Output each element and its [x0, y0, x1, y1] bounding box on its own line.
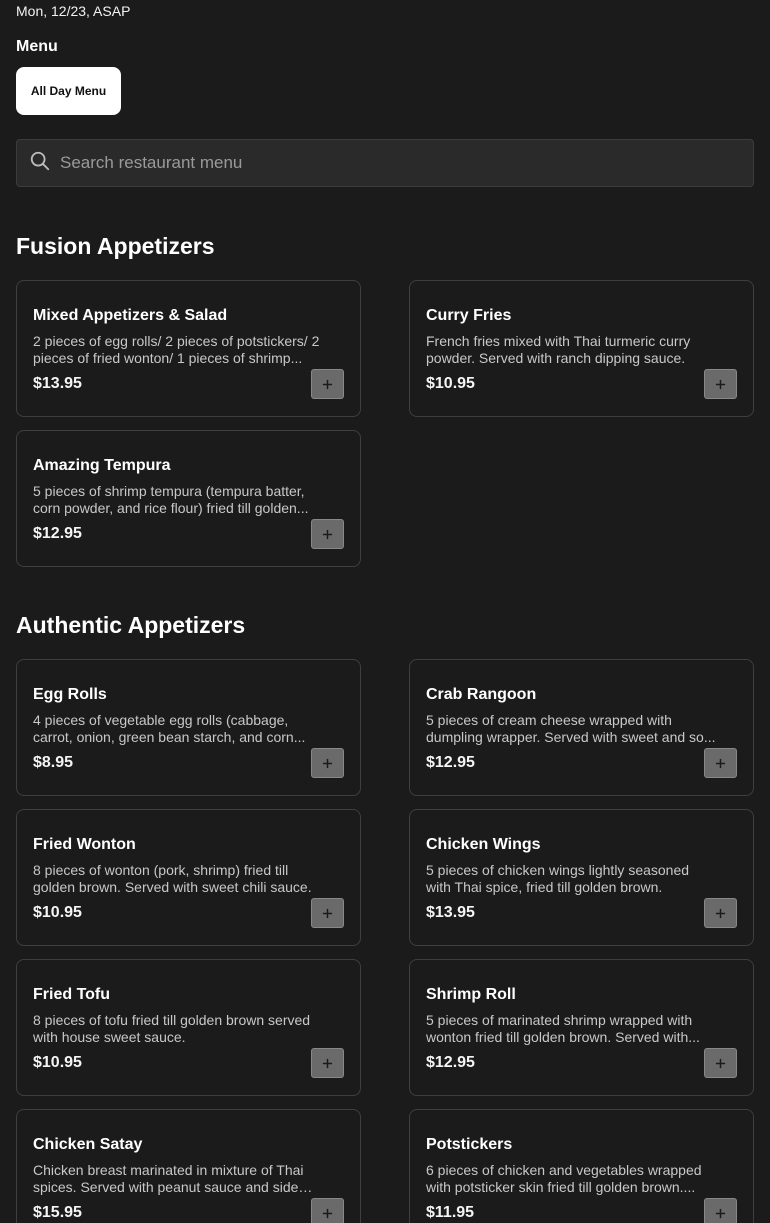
item-description: French fries mixed with Thai turmeric cu…: [426, 333, 691, 366]
item-description: 5 pieces of marinated shrimp wrapped wit…: [426, 1012, 700, 1045]
plus-icon: [322, 758, 333, 769]
plus-icon: [322, 529, 333, 540]
menu-item-card[interactable]: Shrimp Roll 5 pieces of marinated shrimp …: [409, 959, 754, 1096]
plus-icon: [322, 1208, 333, 1219]
item-description: 8 pieces of wonton (pork, shrimp) fried …: [33, 862, 312, 895]
item-price: $10.95: [33, 904, 82, 921]
item-description: 5 pieces of shrimp tempura (tempura batt…: [33, 483, 309, 516]
add-item-button[interactable]: [704, 748, 737, 778]
item-price: $10.95: [426, 375, 475, 392]
item-price: $8.95: [33, 754, 74, 771]
order-time-info[interactable]: Mon, 12/23, ASAP: [16, 2, 130, 20]
plus-icon: [715, 758, 726, 769]
plus-icon: [715, 1058, 726, 1069]
item-price: $12.95: [33, 525, 82, 542]
add-item-button[interactable]: [311, 898, 344, 928]
add-item-button[interactable]: [311, 748, 344, 778]
menu-item-card[interactable]: Curry Fries French fries mixed with Thai …: [409, 280, 754, 417]
section-title-authentic-appetizers: Authentic Appetizers: [16, 612, 246, 638]
item-name: Curry Fries: [426, 307, 512, 324]
add-item-button[interactable]: [704, 898, 737, 928]
item-name: Mixed Appetizers & Salad: [33, 307, 228, 324]
add-item-button[interactable]: [311, 519, 344, 549]
item-description: 5 pieces of chicken wings lightly season…: [426, 862, 690, 895]
item-name: Egg Rolls: [33, 686, 107, 703]
item-description: 6 pieces of chicken and vegetables wrapp…: [426, 1162, 702, 1195]
item-name: Shrimp Roll: [426, 986, 516, 1003]
item-price: $13.95: [426, 904, 475, 921]
item-description: 4 pieces of vegetable egg rolls (cabbage…: [33, 712, 306, 745]
menu-item-card[interactable]: Chicken Satay Chicken breast marinated in…: [16, 1109, 361, 1223]
add-item-button[interactable]: [311, 1198, 344, 1223]
add-item-button[interactable]: [704, 369, 737, 399]
menu-item-card[interactable]: Mixed Appetizers & Salad 2 pieces of egg …: [16, 280, 361, 417]
add-item-button[interactable]: [311, 369, 344, 399]
menu-grid-authentic-appetizers: Egg Rolls 4 pieces of vegetable egg rolls…: [16, 659, 754, 1223]
item-description: 5 pieces of cream cheese wrapped with du…: [426, 712, 716, 745]
menu-item-card[interactable]: Potstickers 6 pieces of chicken and veget…: [409, 1109, 754, 1223]
item-name: Chicken Wings: [426, 836, 541, 853]
item-name: Potstickers: [426, 1136, 513, 1153]
menu-grid-fusion-appetizers: Mixed Appetizers & Salad 2 pieces of egg …: [16, 280, 754, 567]
item-price: $15.95: [33, 1204, 82, 1221]
item-price: $13.95: [33, 375, 82, 392]
add-item-button[interactable]: [704, 1198, 737, 1223]
item-description: 8 pieces of tofu fried till golden brown…: [33, 1012, 311, 1045]
item-price: $10.95: [33, 1054, 82, 1071]
item-price: $12.95: [426, 754, 475, 771]
plus-icon: [322, 379, 333, 390]
item-description: Chicken breast marinated in mixture of T…: [33, 1162, 304, 1195]
add-item-button[interactable]: [704, 1048, 737, 1078]
search-icon: [29, 150, 51, 177]
item-name: Crab Rangoon: [426, 686, 537, 703]
add-item-button[interactable]: [311, 1048, 344, 1078]
item-name: Fried Wonton: [33, 836, 136, 853]
section-title-fusion-appetizers: Fusion Appetizers: [16, 233, 215, 259]
menu-item-card[interactable]: Chicken Wings 5 pieces of chicken wings l…: [409, 809, 754, 946]
menu-item-card[interactable]: Fried Tofu 8 pieces of tofu fried till go…: [16, 959, 361, 1096]
plus-icon: [322, 1058, 333, 1069]
menu-page: Mon, 12/23, ASAP Menu All Day Menu Fusio…: [0, 0, 770, 1223]
plus-icon: [715, 379, 726, 390]
menu-item-card[interactable]: Crab Rangoon 5 pieces of cream cheese wra…: [409, 659, 754, 796]
menu-item-card[interactable]: Fried Wonton 8 pieces of wonton (pork, sh…: [16, 809, 361, 946]
item-name: Fried Tofu: [33, 986, 111, 1003]
item-name: Amazing Tempura: [33, 457, 171, 474]
plus-icon: [715, 908, 726, 919]
plus-icon: [322, 908, 333, 919]
menu-heading: Menu: [16, 38, 58, 55]
item-price: $12.95: [426, 1054, 475, 1071]
item-name: Chicken Satay: [33, 1136, 143, 1153]
menu-item-card[interactable]: Egg Rolls 4 pieces of vegetable egg rolls…: [16, 659, 361, 796]
search-bar[interactable]: [16, 139, 754, 187]
search-input[interactable]: [60, 153, 753, 173]
tab-all-day-menu[interactable]: All Day Menu: [16, 67, 121, 115]
item-price: $11.95: [426, 1204, 475, 1221]
plus-icon: [715, 1208, 726, 1219]
item-description: 2 pieces of egg rolls/ 2 pieces of potst…: [33, 333, 320, 366]
menu-item-card[interactable]: Amazing Tempura 5 pieces of shrimp tempur…: [16, 430, 361, 567]
